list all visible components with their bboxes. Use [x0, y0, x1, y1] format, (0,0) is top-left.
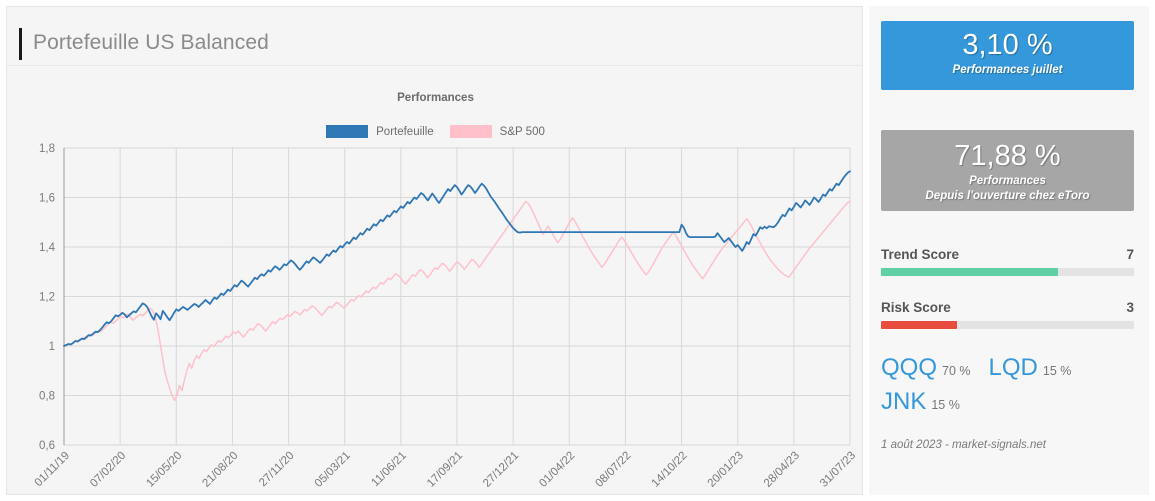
- stat-label: Performances juillet: [952, 64, 1063, 76]
- footer-source-note: 1 août 2023 - market-signals.net: [881, 439, 1046, 451]
- stat-value: 3,10 %: [962, 29, 1053, 61]
- svg-text:15/05/20: 15/05/20: [144, 450, 184, 490]
- stat-card-total-performance: 71,88 % Performances Depuis l'ouverture …: [881, 130, 1134, 211]
- score-value: 7: [1126, 247, 1134, 262]
- svg-text:17/09/21: 17/09/21: [425, 450, 465, 490]
- holdings-row: QQQ 70 % LQD 15 %: [881, 354, 1143, 382]
- svg-text:31/07/23: 31/07/23: [818, 450, 858, 490]
- stat-label-secondary: Depuis l'ouverture chez eToro: [925, 190, 1090, 202]
- svg-text:27/11/20: 27/11/20: [257, 450, 297, 490]
- svg-text:11/06/21: 11/06/21: [369, 450, 409, 490]
- score-track: [881, 268, 1134, 276]
- holding-item[interactable]: JNK 15 %: [881, 388, 960, 416]
- svg-text:07/02/20: 07/02/20: [88, 450, 128, 490]
- holding-weight: 15 %: [1042, 364, 1072, 378]
- score-risk: Risk Score 3: [881, 300, 1134, 329]
- holdings-row: JNK 15 %: [881, 388, 1143, 416]
- svg-text:01/04/22: 01/04/22: [537, 450, 577, 490]
- score-value: 3: [1126, 300, 1134, 315]
- score-track: [881, 321, 1134, 329]
- stat-value: 71,88 %: [954, 140, 1061, 172]
- svg-text:08/07/22: 08/07/22: [593, 450, 633, 490]
- portfolio-chart-card: Portefeuille US Balanced Performances Po…: [6, 6, 863, 495]
- svg-text:01/11/19: 01/11/19: [33, 450, 73, 490]
- score-label: Risk Score: [881, 300, 951, 315]
- holding-ticker: QQQ: [881, 354, 938, 381]
- svg-text:0,6: 0,6: [39, 440, 55, 452]
- svg-text:1: 1: [49, 341, 55, 353]
- score-header: Trend Score 7: [881, 247, 1134, 262]
- holding-weight: 15 %: [931, 398, 960, 412]
- svg-text:14/10/22: 14/10/22: [650, 450, 690, 490]
- holding-item[interactable]: QQQ 70 %: [881, 354, 971, 382]
- svg-text:1,6: 1,6: [39, 193, 55, 205]
- score-label: Trend Score: [881, 247, 960, 262]
- stat-card-monthly-performance: 3,10 % Performances juillet: [881, 21, 1134, 90]
- score-header: Risk Score 3: [881, 300, 1134, 315]
- svg-text:21/08/20: 21/08/20: [200, 450, 240, 490]
- svg-text:20/01/23: 20/01/23: [706, 450, 746, 490]
- svg-text:0,8: 0,8: [39, 391, 55, 403]
- performance-line-chart[interactable]: 0,6 0,8 1 1,2 1,4 1,6 1,8 01/11/19 07/02/20 15/05…: [7, 7, 864, 496]
- holding-ticker: LQD: [988, 354, 1038, 381]
- holding-ticker: JNK: [881, 388, 927, 415]
- score-fill: [881, 268, 1059, 276]
- score-trend: Trend Score 7: [881, 247, 1134, 276]
- svg-text:1,8: 1,8: [39, 143, 55, 155]
- score-fill: [881, 321, 957, 329]
- holding-weight: 70 %: [942, 364, 971, 378]
- svg-text:05/03/21: 05/03/21: [313, 450, 353, 490]
- summary-panel: 3,10 % Performances juillet 71,88 % Perf…: [869, 6, 1149, 495]
- stat-label: Performances: [969, 175, 1046, 187]
- holdings-list: QQQ 70 % LQD 15 % JNK 15 %: [881, 354, 1143, 422]
- svg-text:1,4: 1,4: [39, 242, 56, 254]
- chart-svg: 0,6 0,8 1 1,2 1,4 1,6 1,8 01/11/19 07/02/20 15/05…: [33, 143, 859, 490]
- svg-text:1,2: 1,2: [39, 292, 55, 304]
- svg-text:27/12/21: 27/12/21: [481, 450, 521, 490]
- svg-text:28/04/23: 28/04/23: [762, 450, 802, 490]
- holding-item[interactable]: LQD 15 %: [989, 354, 1072, 382]
- dashboard-page: Portefeuille US Balanced Performances Po…: [0, 0, 1155, 501]
